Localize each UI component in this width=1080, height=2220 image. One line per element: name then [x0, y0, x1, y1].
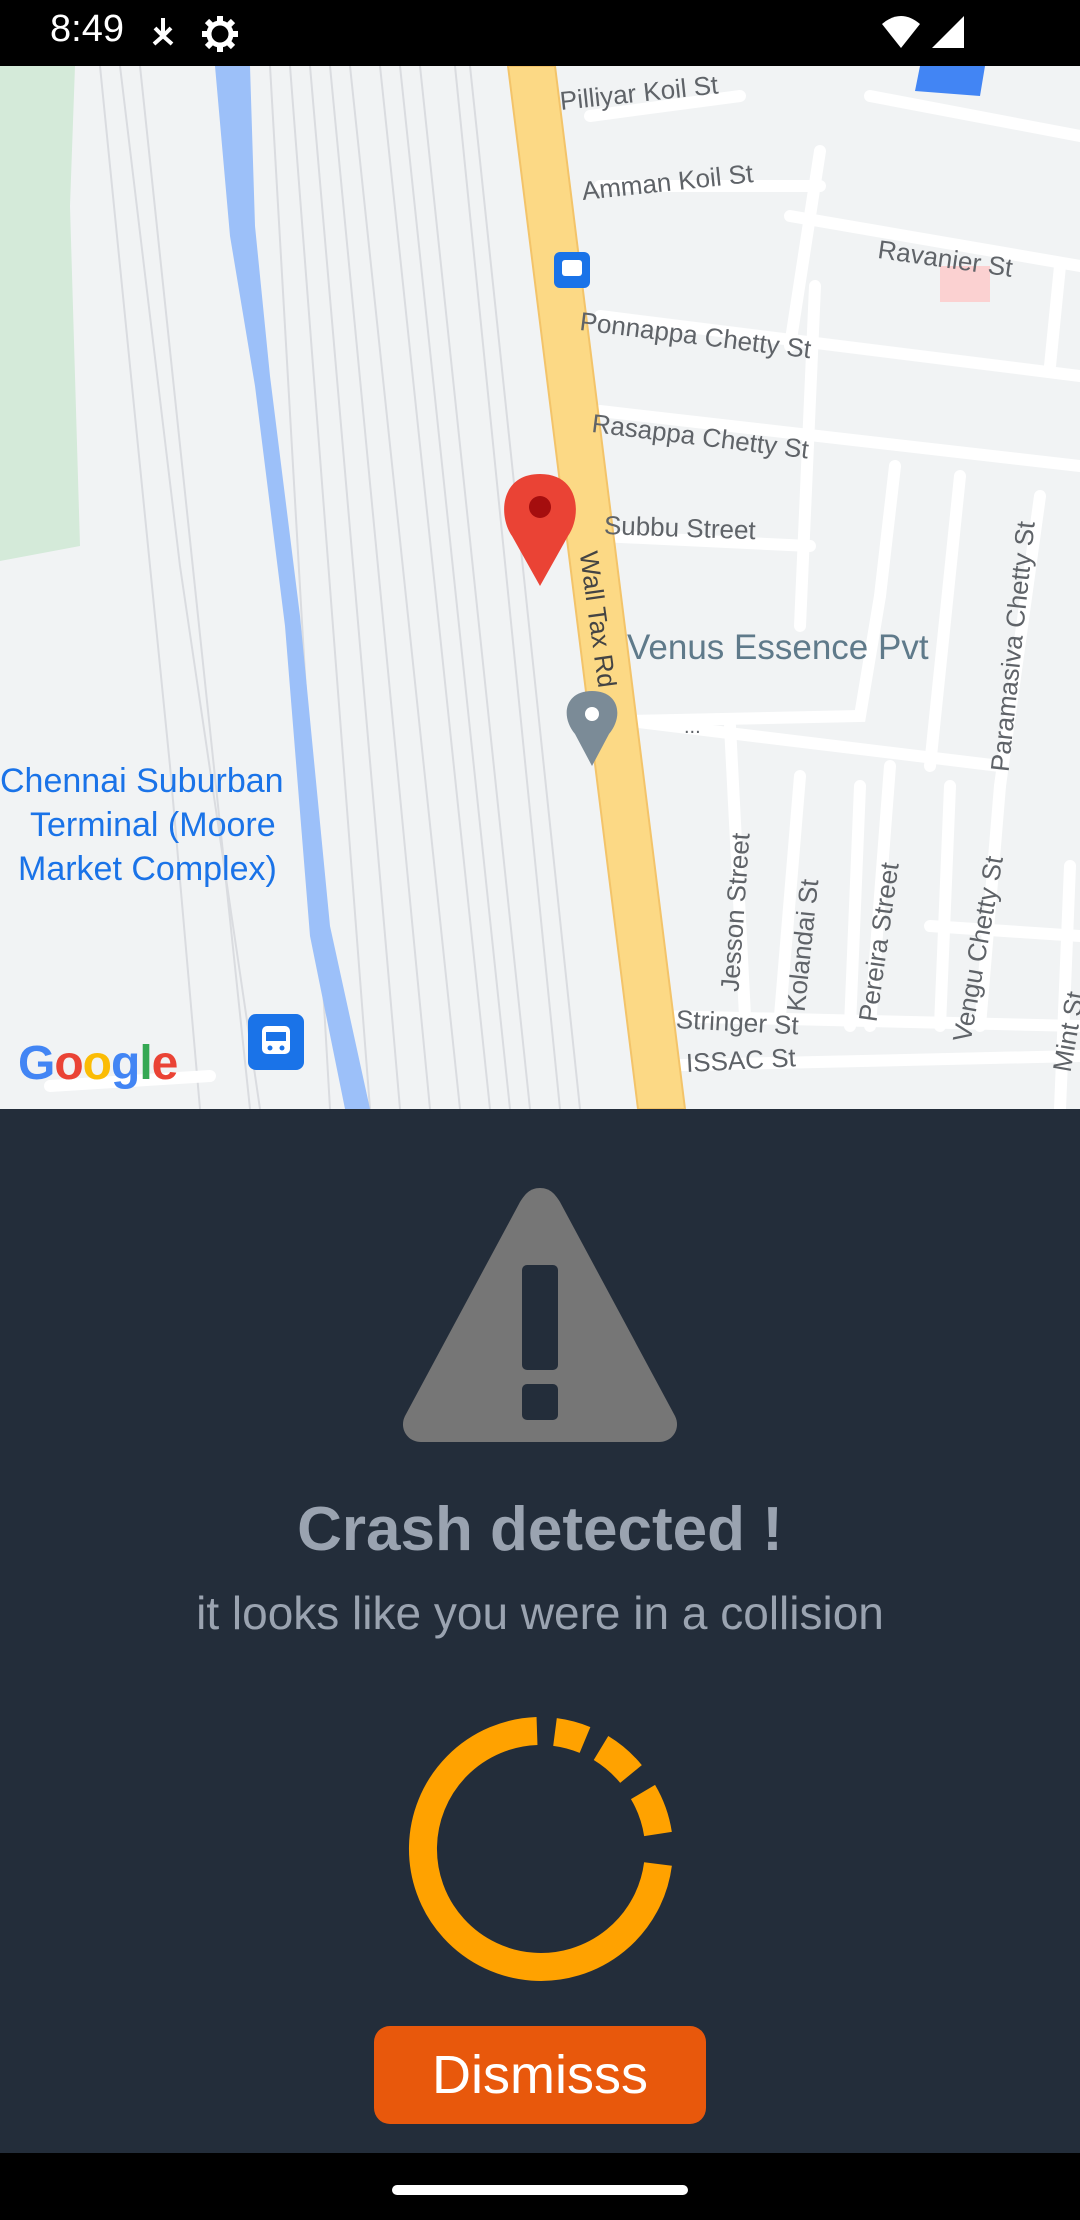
status-time: 8:49 [50, 8, 124, 50]
google-logo-letter: G [18, 1037, 55, 1090]
bus-stop-icon [554, 252, 590, 288]
poi-label-more: ... [684, 716, 701, 738]
google-logo-letter: l [139, 1037, 152, 1090]
alert-title: Crash detected ! [297, 1495, 783, 1564]
map-canvas [0, 66, 1080, 1109]
dismiss-button[interactable]: Dismisss [374, 2026, 706, 2124]
signal-icon [930, 14, 966, 55]
wifi-icon [880, 14, 922, 55]
train-station-icon [248, 1014, 304, 1070]
home-gesture-handle[interactable] [392, 2185, 688, 2195]
google-logo-letter: e [151, 1037, 179, 1090]
google-logo-letter: o [54, 1037, 83, 1090]
warning-triangle-icon [402, 1188, 678, 1442]
google-logo: Google [18, 1036, 179, 1091]
status-bar: 8:49 [0, 0, 1080, 66]
street-label: ISSAC St [685, 1042, 797, 1078]
navigation-bar [0, 2153, 1080, 2220]
settings-gear-icon [200, 14, 240, 59]
download-icon [148, 14, 178, 57]
street-label: Stringer St [675, 1004, 800, 1041]
station-label: Chennai Suburban [0, 762, 284, 800]
poi-label: Venus Essence Pvt [627, 628, 929, 667]
map-view[interactable]: Pilliyar Koil St Amman Koil St Ravanier … [0, 66, 1080, 1109]
alert-subtitle: it looks like you were in a collision [196, 1587, 884, 1639]
google-logo-letter: o [82, 1037, 112, 1090]
station-label: Terminal (Moore [30, 806, 276, 844]
station-label: Market Complex) [18, 850, 277, 888]
location-pin-icon [504, 474, 576, 586]
street-label: Subbu Street [603, 510, 757, 546]
google-logo-letter: g [111, 1037, 140, 1090]
countdown-ring-icon [408, 1717, 672, 1981]
